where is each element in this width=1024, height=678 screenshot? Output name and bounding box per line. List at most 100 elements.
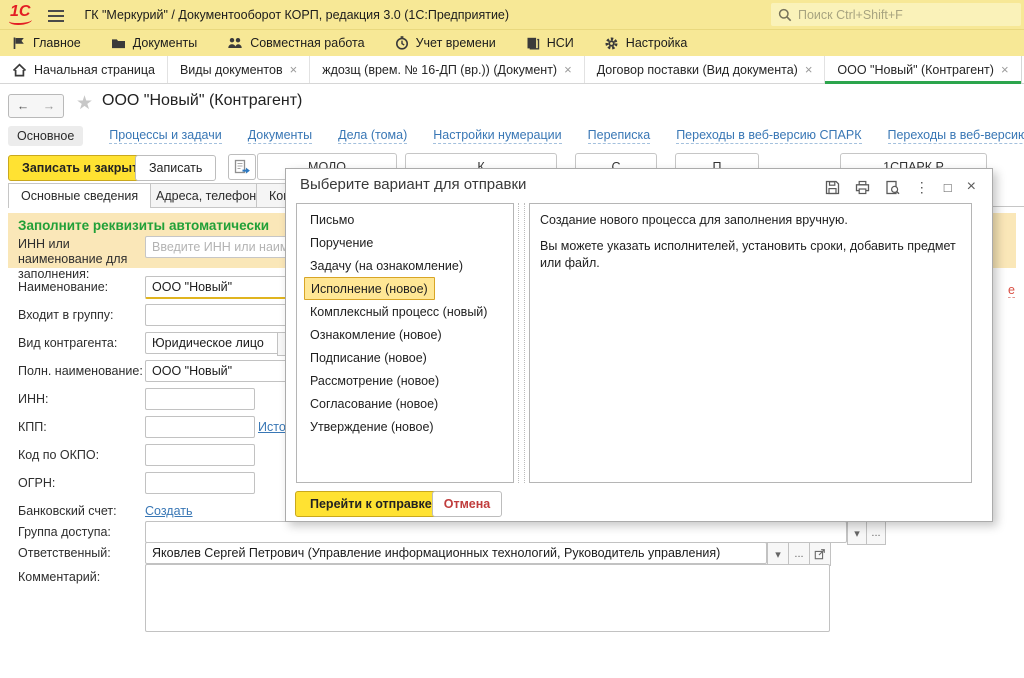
book-icon	[526, 36, 540, 50]
menu-item-main[interactable]: Главное	[12, 36, 81, 50]
home-icon	[12, 63, 27, 77]
option-confirmation[interactable]: Утверждение (новое)	[297, 415, 513, 438]
option-execution-selected[interactable]: Исполнение (новое)	[304, 277, 435, 300]
okpo-field[interactable]	[145, 444, 255, 466]
tab-label: ждозщ (врем. № 16-ДП (вр.)) (Документ)	[322, 63, 557, 77]
responsible-label: Ответственный:	[18, 546, 111, 560]
menu-label: Главное	[33, 36, 81, 50]
menu-item-settings[interactable]: Настройка	[604, 36, 688, 51]
nav-link-documents[interactable]: Документы	[248, 128, 312, 144]
responsible-more-button[interactable]: ...	[788, 542, 810, 566]
nav-link-processes[interactable]: Процессы и задачи	[109, 128, 221, 144]
close-icon[interactable]: ×	[967, 178, 976, 196]
responsible-dropdown-button[interactable]: ▾	[767, 542, 789, 566]
folder-icon	[111, 37, 126, 50]
favorite-star-icon[interactable]: ★	[76, 92, 93, 115]
option-approval[interactable]: Согласование (новое)	[297, 392, 513, 415]
option-acquaintance[interactable]: Ознакомление (новое)	[297, 323, 513, 346]
responsible-field[interactable]: Яковлев Сергей Петрович (Управление инфо…	[145, 542, 767, 564]
responsible-open-icon[interactable]	[809, 542, 831, 566]
cancel-button[interactable]: Отмена	[432, 491, 502, 517]
global-search-input[interactable]: Поиск Ctrl+Shift+F	[771, 3, 1021, 26]
comment-field[interactable]	[145, 564, 830, 632]
menu-label: Совместная работа	[250, 36, 364, 50]
section-nav: Основное Процессы и задачи Документы Дел…	[8, 125, 1024, 147]
clock-icon	[395, 36, 409, 50]
1c-logo-icon: 1С	[10, 3, 32, 26]
menu-item-time-tracking[interactable]: Учет времени	[395, 36, 496, 50]
print-icon[interactable]	[855, 180, 870, 195]
menu-label: Учет времени	[416, 36, 496, 50]
nav-link-numbering[interactable]: Настройки нумерации	[433, 128, 561, 144]
window-title: ГК "Меркурий" / Документооборот КОРП, ре…	[84, 8, 509, 22]
window-tab-bar: Начальная страница Виды документов × ждо…	[0, 56, 1024, 84]
proceed-to-send-button[interactable]: Перейти к отправке	[295, 491, 447, 517]
kpp-field[interactable]	[145, 416, 255, 438]
autofill-label: ИНН или наименование для заполнения:	[18, 237, 146, 281]
option-complex-process[interactable]: Комплексный процесс (новый)	[297, 300, 513, 323]
kind-field[interactable]: Юридическое лицо	[145, 332, 279, 354]
hamburger-menu-icon[interactable]	[48, 8, 66, 22]
dialog-splitter[interactable]	[518, 203, 525, 483]
description-line-1: Создание нового процесса для заполнения …	[540, 212, 961, 229]
nav-link-cases[interactable]: Дела (тома)	[338, 128, 407, 144]
paste-from-clipboard-icon[interactable]	[228, 154, 256, 180]
option-letter[interactable]: Письмо	[297, 208, 513, 231]
tab-document-kinds[interactable]: Виды документов ×	[168, 56, 310, 83]
save-icon[interactable]	[825, 180, 840, 195]
search-placeholder: Поиск Ctrl+Shift+F	[798, 8, 903, 22]
tab-close-icon[interactable]: ×	[564, 62, 572, 77]
bank-account-create-link[interactable]: Создать	[145, 504, 193, 518]
option-signing[interactable]: Подписание (новое)	[297, 346, 513, 369]
tab-label: Виды документов	[180, 63, 283, 77]
tab-home-page[interactable]: Начальная страница	[0, 56, 168, 83]
nav-link-main[interactable]: Основное	[8, 126, 83, 146]
dialog-window-controls: ⋮ □ ×	[825, 178, 976, 196]
variant-description: Создание нового процесса для заполнения …	[529, 203, 972, 483]
save-button[interactable]: Записать	[135, 155, 216, 181]
forward-button[interactable]: →	[35, 94, 64, 118]
name-label: Наименование:	[18, 280, 108, 294]
tab-contragent-novyi[interactable]: ООО "Новый" (Контрагент) ×	[825, 56, 1021, 83]
spark-red-link-fragment[interactable]: е	[1008, 283, 1015, 298]
nav-link-correspondence[interactable]: Переписка	[588, 128, 651, 144]
tab-main-info[interactable]: Основные сведения	[8, 183, 151, 208]
ogrn-field[interactable]	[145, 472, 255, 494]
autofill-heading: Заполните реквизиты автоматически	[18, 218, 269, 233]
tab-zhdozsh-document[interactable]: ждозщ (врем. № 16-ДП (вр.)) (Документ) ×	[310, 56, 584, 83]
back-button[interactable]: ←	[8, 94, 38, 118]
tab-close-icon[interactable]: ×	[290, 62, 298, 77]
kind-label: Вид контрагента:	[18, 336, 117, 350]
nav-link-spark-1[interactable]: Переходы в веб-версию СПАРК	[676, 128, 861, 144]
group-label: Входит в группу:	[18, 308, 113, 322]
maximize-icon[interactable]: □	[944, 180, 952, 195]
option-consideration[interactable]: Рассмотрение (новое)	[297, 369, 513, 392]
option-assignment[interactable]: Поручение	[297, 231, 513, 254]
menu-item-documents[interactable]: Документы	[111, 36, 197, 50]
kpp-label: КПП:	[18, 420, 47, 434]
bank-account-label: Банковский счет:	[18, 504, 117, 518]
access-group-dropdown-button[interactable]: ▾	[847, 521, 867, 545]
tab-supply-contract[interactable]: Договор поставки (Вид документа) ×	[585, 56, 826, 83]
tab-close-icon[interactable]: ×	[805, 62, 813, 77]
option-task[interactable]: Задачу (на ознакомление)	[297, 254, 513, 277]
nav-link-spark-2[interactable]: Переходы в веб-версию СПАРК	[888, 128, 1024, 144]
preview-icon[interactable]	[885, 180, 900, 195]
access-group-field[interactable]	[145, 521, 847, 543]
send-variant-list: Письмо Поручение Задачу (на ознакомление…	[296, 203, 514, 483]
tab-close-icon[interactable]: ×	[1001, 62, 1009, 77]
people-icon	[227, 37, 243, 49]
description-line-2: Вы можете указать исполнителей, установи…	[540, 238, 961, 272]
more-icon[interactable]: ⋮	[915, 179, 929, 196]
inn-field[interactable]	[145, 388, 255, 410]
top-bar: 1С ГК "Меркурий" / Документооборот КОРП,…	[0, 0, 1024, 30]
tab-label: ООО "Новый" (Контрагент)	[837, 63, 994, 77]
main-menu-bar: Главное Документы Совместная работа Учет…	[0, 30, 1024, 56]
fullname-label: Полн. наименование:	[18, 364, 143, 378]
menu-label: Документы	[133, 36, 197, 50]
ogrn-label: ОГРН:	[18, 476, 55, 490]
menu-item-collaboration[interactable]: Совместная работа	[227, 36, 364, 50]
access-group-more-button[interactable]: ...	[866, 521, 886, 545]
inn-label: ИНН:	[18, 392, 49, 406]
menu-item-nsi[interactable]: НСИ	[526, 36, 574, 50]
